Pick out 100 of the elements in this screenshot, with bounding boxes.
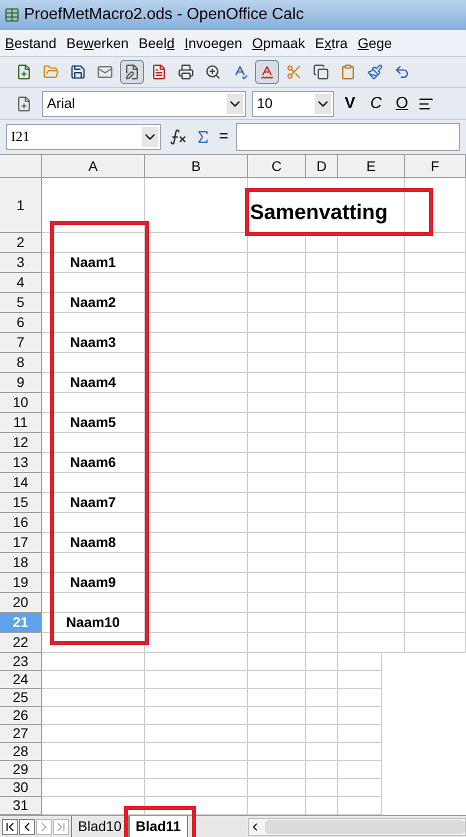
menu-item[interactable]: Bewerken: [61, 32, 134, 54]
table-cell: [306, 725, 338, 743]
menu-item[interactable]: Beeld: [134, 32, 180, 54]
sheet-tab[interactable]: Blad11: [128, 816, 188, 837]
table-cell: [306, 553, 338, 573]
bold-button[interactable]: V: [340, 92, 360, 116]
row-header[interactable]: 14: [0, 473, 42, 493]
table-cell: [306, 593, 338, 613]
column-header[interactable]: C: [248, 155, 306, 178]
column-header[interactable]: F: [405, 155, 466, 178]
function-wizard-icon[interactable]: [169, 128, 187, 146]
dropdown-icon[interactable]: [142, 127, 158, 147]
table-cell: [248, 373, 306, 393]
column-header[interactable]: A: [42, 155, 145, 178]
row-header[interactable]: 24: [0, 671, 42, 689]
menu-item[interactable]: Gege: [352, 32, 397, 54]
row-header[interactable]: 15: [0, 493, 42, 513]
table-cell: [306, 393, 338, 413]
app-icon: [4, 7, 20, 23]
table-cell: [248, 707, 306, 725]
menu-item[interactable]: Invoegen: [180, 32, 248, 54]
edit-file-icon[interactable]: [120, 60, 144, 84]
row-header[interactable]: 22: [0, 633, 42, 653]
table-cell: [248, 761, 306, 779]
table-cell: [338, 453, 405, 473]
row-header[interactable]: 6: [0, 313, 42, 333]
autospell-icon[interactable]: [255, 60, 279, 84]
row-header[interactable]: 17: [0, 533, 42, 553]
table-cell: [306, 573, 338, 593]
align-left-icon[interactable]: [418, 96, 434, 112]
row-header[interactable]: 19: [0, 573, 42, 593]
menu-item[interactable]: Extra: [310, 32, 353, 54]
table-cell: [338, 513, 405, 533]
table-cell: [338, 761, 382, 779]
table-cell: Naam7: [42, 493, 145, 513]
formula-input[interactable]: [236, 123, 460, 151]
menu-item[interactable]: Opmaak: [247, 32, 310, 54]
table-cell: [405, 493, 466, 513]
row-header[interactable]: 23: [0, 653, 42, 671]
table-cell: [405, 233, 466, 253]
row-header[interactable]: 20: [0, 593, 42, 613]
sheet-tab[interactable]: Blad10: [71, 816, 129, 837]
column-header[interactable]: E: [338, 155, 405, 178]
table-cell: [306, 293, 338, 313]
name-box[interactable]: I21: [6, 124, 161, 150]
row-header[interactable]: 4: [0, 273, 42, 293]
row-header[interactable]: 18: [0, 553, 42, 573]
table-cell: [338, 433, 405, 453]
previous-sheet-icon[interactable]: [19, 818, 35, 834]
table-cell: [338, 233, 405, 253]
column-header[interactable]: D: [306, 155, 338, 178]
row-header[interactable]: 30: [0, 779, 42, 797]
table-cell: [306, 613, 338, 633]
table-cell: [306, 533, 338, 553]
row-header[interactable]: 9: [0, 373, 42, 393]
table-cell: [338, 493, 405, 513]
table-cell: [405, 293, 466, 313]
row-header[interactable]: 27: [0, 725, 42, 743]
table-cell: [248, 573, 306, 593]
row-header[interactable]: 10: [0, 393, 42, 413]
dropdown-icon[interactable]: [315, 94, 331, 114]
row-header[interactable]: 5: [0, 293, 42, 313]
row-header[interactable]: 11: [0, 413, 42, 433]
table-cell: [405, 413, 466, 433]
first-sheet-icon[interactable]: [2, 818, 18, 834]
row-header[interactable]: 3: [0, 253, 42, 273]
table-cell: [248, 671, 306, 689]
table-cell: [405, 433, 466, 453]
row-header[interactable]: 25: [0, 689, 42, 707]
equals-button[interactable]: =: [219, 125, 228, 149]
table-cell: [338, 293, 405, 313]
table-cell: [338, 593, 405, 613]
row-header[interactable]: 29: [0, 761, 42, 779]
row-header[interactable]: 28: [0, 743, 42, 761]
table-cell: [405, 313, 466, 333]
row-header[interactable]: 1: [0, 178, 42, 233]
table-cell: [405, 373, 466, 393]
italic-button[interactable]: C: [366, 92, 386, 116]
table-cell: [338, 273, 405, 293]
font-name-box[interactable]: Arial: [42, 90, 246, 116]
menu-item[interactable]: Bestand: [0, 32, 62, 54]
table-cell: [248, 613, 306, 633]
table-cell: [338, 413, 405, 433]
table-cell: [248, 353, 306, 373]
row-header[interactable]: 12: [0, 433, 42, 453]
row-header[interactable]: 7: [0, 333, 42, 353]
underline-button[interactable]: O: [392, 92, 412, 116]
table-cell: [306, 473, 338, 493]
row-header[interactable]: 8: [0, 353, 42, 373]
font-size-box[interactable]: 10: [252, 90, 334, 116]
column-header[interactable]: B: [145, 155, 248, 178]
dropdown-icon[interactable]: [227, 94, 243, 114]
row-header[interactable]: 2: [0, 233, 42, 253]
horizontal-scrollbar[interactable]: [248, 818, 466, 836]
row-header[interactable]: 26: [0, 707, 42, 725]
table-cell: [405, 593, 466, 613]
row-header[interactable]: 31: [0, 797, 42, 815]
row-header[interactable]: 13: [0, 453, 42, 473]
row-header[interactable]: 16: [0, 513, 42, 533]
table-cell: [248, 633, 306, 653]
